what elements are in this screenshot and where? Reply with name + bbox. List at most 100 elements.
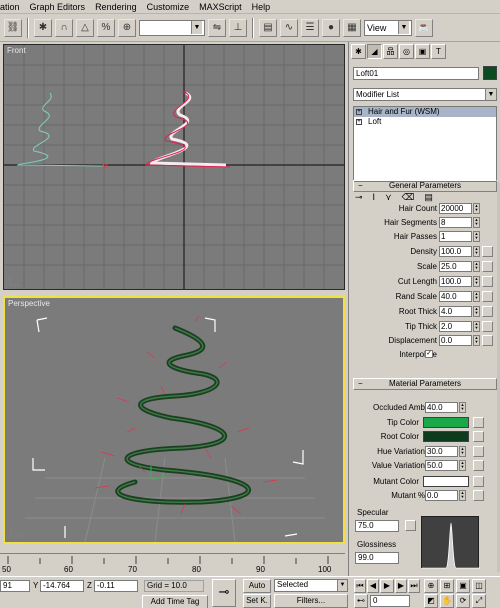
spinner[interactable]: ▲ ▼ xyxy=(473,335,480,346)
key-icon[interactable]: ⊸ xyxy=(212,579,236,607)
param-field[interactable]: 100.0 xyxy=(439,276,472,287)
modifier-list-dropdown[interactable]: Modifier List ▼ xyxy=(353,88,497,101)
menu-graph-editors[interactable]: Graph Editors xyxy=(30,2,86,12)
param-field[interactable]: 0.0 xyxy=(425,490,458,501)
root-color-swatch[interactable] xyxy=(423,431,469,442)
x-coordinate-field[interactable]: 91 xyxy=(0,580,30,592)
align-icon[interactable]: ⊥ xyxy=(229,18,247,37)
param-field[interactable]: 8 xyxy=(439,217,472,228)
previous-frame-icon[interactable]: ◀ xyxy=(367,579,379,593)
key-mode-icon[interactable]: ⊷ xyxy=(354,594,368,608)
menu-maxscript[interactable]: MAXScript xyxy=(199,2,242,12)
viewport-front[interactable]: Front xyxy=(3,44,345,290)
map-button[interactable] xyxy=(482,321,493,332)
show-end-result-icon[interactable]: Ι xyxy=(373,192,376,202)
spinner[interactable]: ▲ ▼ xyxy=(473,291,480,302)
menu-rendering[interactable]: Rendering xyxy=(95,2,137,12)
play-icon[interactable]: ▶ xyxy=(380,579,394,593)
z-coordinate-field[interactable]: -0.11 xyxy=(94,580,138,592)
layer-manager-icon[interactable]: ▤ xyxy=(259,18,277,37)
display-tab-icon[interactable]: ▣ xyxy=(415,44,430,59)
pan-icon[interactable]: ✋ xyxy=(440,594,454,608)
map-button[interactable] xyxy=(482,246,493,257)
param-field[interactable]: 2.0 xyxy=(439,321,472,332)
arc-rotate-icon[interactable]: ⟳ xyxy=(456,594,470,608)
spinner-snap-icon[interactable]: ⊕ xyxy=(118,18,136,37)
go-to-end-icon[interactable]: ⏭ xyxy=(408,579,420,593)
configure-sets-icon[interactable]: ▤ xyxy=(424,192,433,203)
param-field[interactable]: 4.0 xyxy=(439,306,472,317)
next-frame-icon[interactable]: ▶ xyxy=(395,579,407,593)
key-filter-select[interactable]: Selected ▼ xyxy=(274,579,348,592)
key-filters-button[interactable]: Filters... xyxy=(274,594,348,608)
glossiness-field[interactable]: 99.0 xyxy=(355,552,399,564)
time-ruler[interactable]: 50 60 70 80 90 100 xyxy=(0,553,345,575)
remove-modifier-icon[interactable]: ⌫ xyxy=(402,192,415,203)
named-selection-set[interactable]: ▼ xyxy=(139,19,205,36)
object-color-swatch[interactable] xyxy=(483,66,497,80)
param-field[interactable]: 25.0 xyxy=(439,261,472,272)
set-key-button[interactable]: Set K. xyxy=(243,594,271,608)
spinner[interactable]: ▲ ▼ xyxy=(473,231,480,242)
y-coordinate-field[interactable]: -14.764 xyxy=(40,580,84,592)
select-link-icon[interactable]: ⛓ xyxy=(4,18,22,37)
mutant-color-swatch[interactable] xyxy=(423,476,469,487)
specular-map-button[interactable] xyxy=(405,520,416,531)
create-tab-icon[interactable]: ✱ xyxy=(351,44,366,59)
maximize-viewport-icon[interactable]: ⤢ xyxy=(472,594,486,608)
make-unique-icon[interactable]: ⋎ xyxy=(385,192,392,203)
mirror-icon[interactable]: ⇋ xyxy=(208,18,226,37)
menu-help[interactable]: Help xyxy=(252,2,271,12)
curve-editor-icon[interactable]: ∿ xyxy=(280,18,298,37)
map-button[interactable] xyxy=(473,446,484,457)
viewport-label-front[interactable]: Front xyxy=(7,46,26,55)
stack-item-hair-and-fur[interactable]: + Hair and Fur (WSM) xyxy=(354,107,496,117)
menu-animation[interactable]: ation xyxy=(0,2,20,12)
viewport-label-perspective[interactable]: Perspective xyxy=(8,299,50,308)
quick-render-icon[interactable]: ☕ xyxy=(415,18,433,37)
schematic-view-icon[interactable]: ☰ xyxy=(301,18,319,37)
param-field[interactable]: 50.0 xyxy=(425,460,458,471)
spinner[interactable]: ▲ ▼ xyxy=(473,261,480,272)
spinner[interactable]: ▲ ▼ xyxy=(473,306,480,317)
specular-field[interactable]: 75.0 xyxy=(355,520,399,532)
viewport-perspective[interactable]: Perspective xyxy=(3,296,345,544)
map-button[interactable] xyxy=(473,417,484,428)
interpolate-checkbox[interactable]: ✓ xyxy=(425,350,433,358)
snap-3d-icon[interactable]: ∩ xyxy=(55,18,73,37)
spinner[interactable]: ▲ ▼ xyxy=(473,203,480,214)
param-field[interactable]: 40.0 xyxy=(425,402,458,413)
run-icon[interactable]: ✱ xyxy=(34,18,52,37)
motion-tab-icon[interactable]: ◎ xyxy=(399,44,414,59)
stack-item-loft[interactable]: + Loft xyxy=(354,117,496,127)
tip-color-swatch[interactable] xyxy=(423,417,469,428)
param-field[interactable]: 0.0 xyxy=(439,335,472,346)
percent-snap-icon[interactable]: % xyxy=(97,18,115,37)
map-button[interactable] xyxy=(482,261,493,272)
modify-tab-icon[interactable]: ◢ xyxy=(367,44,382,59)
map-button[interactable] xyxy=(482,335,493,346)
param-field[interactable]: 30.0 xyxy=(425,446,458,457)
add-time-tag-button[interactable]: Add Time Tag xyxy=(142,595,208,608)
pin-stack-icon[interactable]: ⊸ xyxy=(355,192,363,203)
zoom-extents-icon[interactable]: ▣ xyxy=(456,579,470,593)
angle-snap-icon[interactable]: △ xyxy=(76,18,94,37)
map-button[interactable] xyxy=(473,460,484,471)
map-button[interactable] xyxy=(482,306,493,317)
material-editor-icon[interactable]: ● xyxy=(322,18,340,37)
auto-key-button[interactable]: Auto xyxy=(243,579,271,593)
spinner[interactable]: ▲ ▼ xyxy=(473,321,480,332)
map-button[interactable] xyxy=(473,476,484,487)
menu-customize[interactable]: Customize xyxy=(147,2,190,12)
map-button[interactable] xyxy=(482,276,493,287)
spinner[interactable]: ▲ ▼ xyxy=(459,402,466,413)
map-button[interactable] xyxy=(473,490,484,501)
render-type-select[interactable]: View ▼ xyxy=(364,19,412,36)
current-frame-field[interactable]: 0 xyxy=(370,595,410,607)
param-field[interactable]: 20000 xyxy=(439,203,472,214)
spinner[interactable]: ▲ ▼ xyxy=(473,246,480,257)
spinner[interactable]: ▲ ▼ xyxy=(473,276,480,287)
go-to-start-icon[interactable]: ⏮ xyxy=(354,579,366,593)
render-setup-icon[interactable]: ▦ xyxy=(343,18,361,37)
utilities-tab-icon[interactable]: T xyxy=(431,44,446,59)
